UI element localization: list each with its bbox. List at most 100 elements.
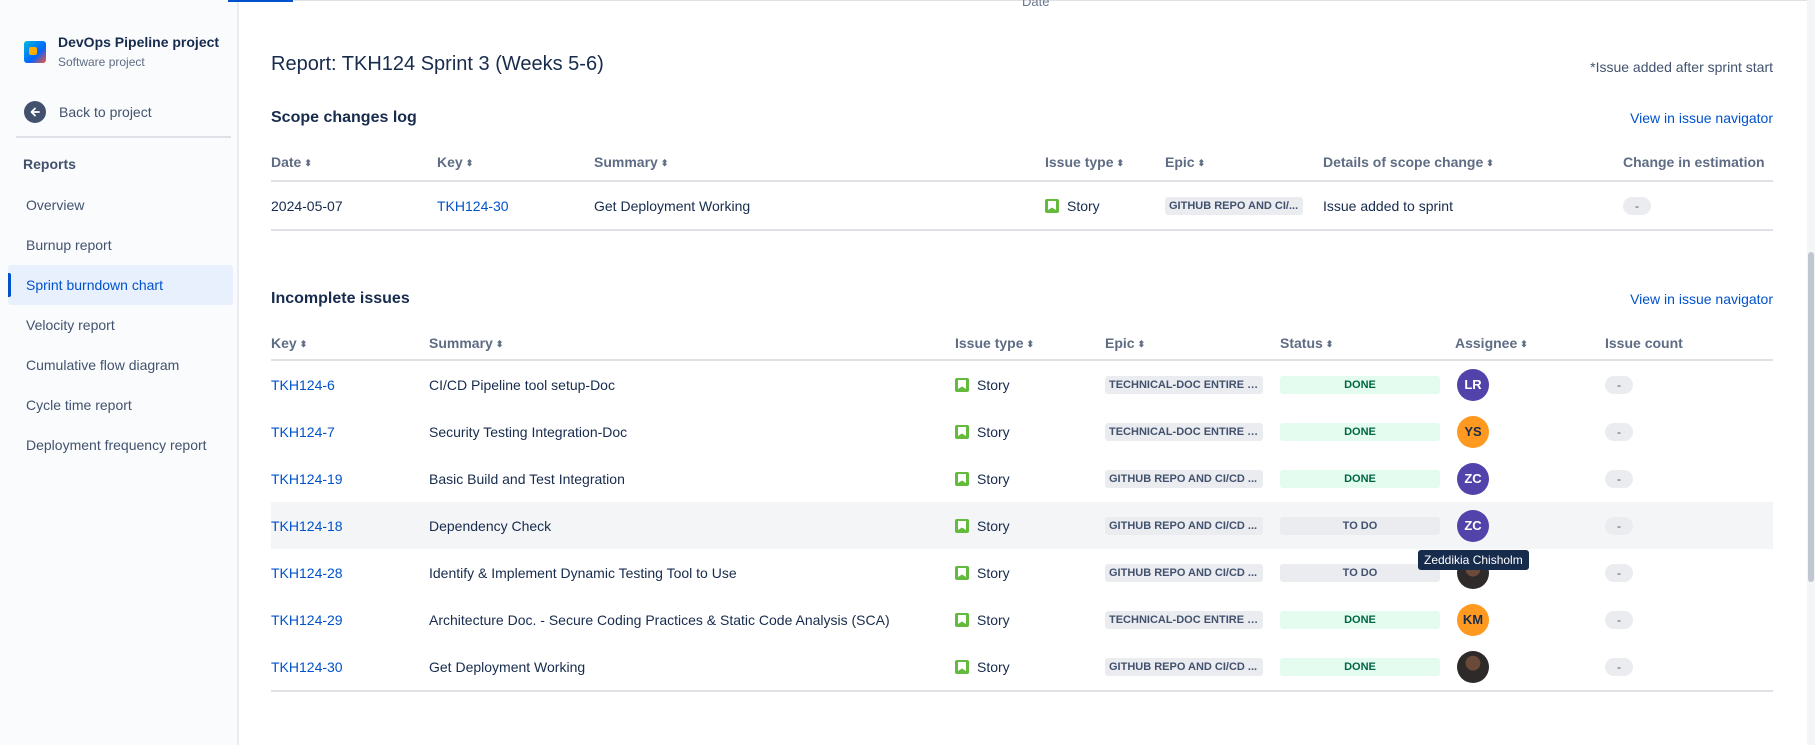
column-header-issue-count: Issue count [1605, 335, 1683, 351]
incomplete-view-in-issue-navigator-link[interactable]: View in issue navigator [1630, 291, 1773, 307]
reports-nav: Overview Burnup report Sprint burndown c… [8, 185, 233, 465]
issue-key-link[interactable]: TKH124-30 [271, 643, 343, 690]
sidebar-item-sprint-burndown-chart[interactable]: Sprint burndown chart [8, 265, 233, 305]
issue-type-label: Story [1067, 197, 1100, 214]
table-row[interactable]: TKH124-18 Dependency Check Story GITHUB REP… [271, 502, 1773, 549]
issue-count-badge: - [1605, 422, 1633, 441]
table-row[interactable]: TKH124-7 Security Testing Integration-Doc… [271, 408, 1773, 455]
avatar[interactable]: LR [1457, 368, 1489, 401]
issue-key-link[interactable]: TKH124-6 [271, 361, 335, 408]
issue-count-badge: - [1605, 375, 1633, 394]
cell-issue-count: - [1605, 643, 1633, 690]
avatar[interactable] [1457, 650, 1489, 683]
cell-status: DONE [1280, 643, 1440, 690]
column-header-key[interactable]: Key ⬍ [437, 154, 473, 170]
cell-status: TO DO [1280, 549, 1440, 596]
cell-status: DONE [1280, 455, 1440, 502]
column-header-epic[interactable]: Epic ⬍ [1105, 335, 1145, 351]
cell-summary: Identify & Implement Dynamic Testing Too… [429, 564, 737, 581]
epic-lozenge[interactable]: GITHUB REPO AND CI/CD ... [1105, 516, 1263, 535]
avatar[interactable]: YS [1457, 415, 1489, 448]
sidebar-item-velocity-report[interactable]: Velocity report [8, 305, 233, 345]
sidebar-item-deployment-frequency-report[interactable]: Deployment frequency report [8, 425, 233, 465]
avatar[interactable]: KM [1457, 603, 1489, 636]
epic-lozenge[interactable]: GITHUB REPO AND CI/CD ... [1105, 563, 1263, 582]
assignee-tooltip: Zeddikia Chisholm [1418, 550, 1529, 570]
cell-assignee: YS [1457, 408, 1489, 455]
epic-lozenge[interactable]: TECHNICAL-DOC ENTIRE P... [1105, 610, 1263, 629]
cell-status: DONE [1280, 596, 1440, 643]
cell-status: DONE [1280, 361, 1440, 408]
cell-date: 2024-05-07 [271, 197, 343, 214]
issue-key-link[interactable]: TKH124-18 [271, 502, 343, 549]
issue-count-badge: - [1605, 516, 1633, 535]
table-row[interactable]: TKH124-30 Get Deployment Working Story GITH… [271, 643, 1773, 690]
column-header-assignee[interactable]: Assignee ⬍ [1455, 335, 1528, 351]
cell-epic: GITHUB REPO AND CI/CD ... [1105, 643, 1263, 690]
avatar[interactable]: ZC [1457, 509, 1489, 542]
active-tab-indicator [228, 0, 293, 2]
sidebar-divider [16, 136, 231, 138]
cell-issue-type: Story [955, 408, 1010, 455]
issue-count-badge: - [1605, 563, 1633, 582]
sidebar-item-overview[interactable]: Overview [8, 185, 233, 225]
chart-axis-date-label: Date [1022, 0, 1050, 9]
sort-arrows-icon: ⬍ [1197, 158, 1206, 168]
table-row[interactable]: TKH124-28 Identify & Implement Dynamic Te… [271, 549, 1773, 596]
issue-key-link[interactable]: TKH124-7 [271, 408, 335, 455]
cell-assignee: KM [1457, 596, 1489, 643]
column-header-details[interactable]: Details of scope change ⬍ [1323, 154, 1494, 170]
table-row[interactable]: TKH124-19 Basic Build and Test Integratio… [271, 455, 1773, 502]
issue-key-link[interactable]: TKH124-30 [437, 182, 509, 229]
column-header-summary[interactable]: Summary ⬍ [594, 154, 668, 170]
cell-assignee: ZC [1457, 502, 1489, 549]
cell-issue-type: Story [955, 596, 1010, 643]
sort-arrows-icon: ⬍ [1520, 339, 1528, 349]
issue-type-label: Story [977, 658, 1010, 675]
issue-type-label: Story [977, 517, 1010, 534]
cell-status: DONE [1280, 408, 1440, 455]
avatar[interactable]: ZC [1457, 462, 1489, 495]
column-header-summary[interactable]: Summary ⬍ [429, 335, 503, 351]
status-badge: DONE [1280, 375, 1440, 394]
table-row[interactable]: TKH124-29 Architecture Doc. - Secure Codi… [271, 596, 1773, 643]
sort-arrows-icon: ⬍ [1116, 158, 1125, 168]
bookmark-icon [955, 377, 969, 392]
cell-epic: GITHUB REPO AND CI/CD ... [1105, 502, 1263, 549]
sort-arrows-icon: ⬍ [495, 339, 504, 349]
cell-details: Issue added to sprint [1323, 197, 1453, 214]
cell-issue-count: - [1605, 455, 1633, 502]
cell-summary: Get Deployment Working [429, 658, 586, 675]
epic-lozenge[interactable]: GITHUB REPO AND CI/CD ... [1105, 469, 1263, 488]
sort-arrows-icon: ⬍ [660, 158, 669, 168]
scrollbar[interactable] [1807, 0, 1815, 745]
scope-view-in-issue-navigator-link[interactable]: View in issue navigator [1630, 110, 1773, 126]
status-badge: DONE [1280, 469, 1440, 488]
bookmark-icon [955, 612, 969, 627]
epic-lozenge[interactable]: GITHUB REPO AND CI/CD ... [1105, 657, 1263, 676]
column-header-issue-type[interactable]: Issue type ⬍ [1045, 154, 1124, 170]
cell-issue-type: Story [955, 502, 1010, 549]
sidebar-item-burnup-report[interactable]: Burnup report [8, 225, 233, 265]
sidebar-item-cumulative-flow-diagram[interactable]: Cumulative flow diagram [8, 345, 233, 385]
cell-epic: GITHUB REPO AND CI/CD ... [1105, 549, 1263, 596]
column-header-status[interactable]: Status ⬍ [1280, 335, 1333, 351]
column-header-date[interactable]: Date ⬍ [271, 154, 312, 170]
issue-key-link[interactable]: TKH124-28 [271, 549, 343, 596]
table-bottom-border [271, 229, 1773, 231]
project-header[interactable]: DevOps Pipeline project Software project [24, 33, 219, 71]
back-to-project-button[interactable]: Back to project [24, 101, 152, 123]
issue-key-link[interactable]: TKH124-19 [271, 455, 343, 502]
column-header-key[interactable]: Key ⬍ [271, 335, 307, 351]
table-row[interactable]: TKH124-6 CI/CD Pipeline tool setup-Doc Sto… [271, 361, 1773, 408]
column-header-issue-type[interactable]: Issue type ⬍ [955, 335, 1034, 351]
issue-key-link[interactable]: TKH124-29 [271, 596, 343, 643]
epic-lozenge[interactable]: TECHNICAL-DOC ENTIRE P... [1105, 422, 1263, 441]
cell-change: - [1623, 182, 1651, 229]
cell-issue-type: Story [955, 549, 1010, 596]
scrollbar-thumb[interactable] [1808, 252, 1814, 582]
sidebar-item-cycle-time-report[interactable]: Cycle time report [8, 385, 233, 425]
epic-lozenge[interactable]: GITHUB REPO AND CI/... [1165, 196, 1303, 215]
epic-lozenge[interactable]: TECHNICAL-DOC ENTIRE P... [1105, 375, 1263, 394]
column-header-epic[interactable]: Epic ⬍ [1165, 154, 1205, 170]
